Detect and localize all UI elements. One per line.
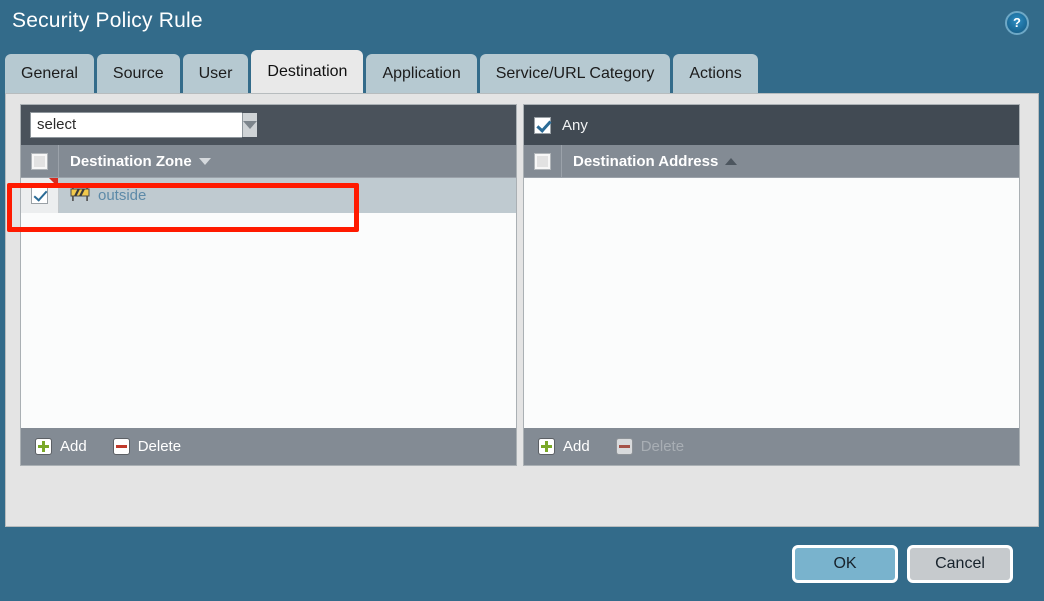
delete-zone-button[interactable]: Delete (113, 438, 181, 455)
help-circle-icon[interactable]: ? (1005, 11, 1029, 35)
tab-content-destination: Destination Zone outside (5, 93, 1039, 527)
destination-address-column-header: Destination Address (524, 145, 1019, 177)
tab-application[interactable]: Application (366, 54, 476, 94)
tab-general[interactable]: General (5, 54, 94, 94)
select-all-zones-cell[interactable] (21, 145, 59, 177)
cancel-button[interactable]: Cancel (907, 545, 1013, 583)
destination-address-grid[interactable] (524, 177, 1019, 430)
select-all-zones-checkbox[interactable] (31, 153, 48, 170)
delete-zone-label: Delete (138, 438, 181, 455)
chevron-down-icon[interactable] (242, 113, 257, 137)
destination-zone-panel: Destination Zone outside (20, 104, 517, 466)
any-row[interactable]: Any (524, 105, 1019, 145)
any-checkbox[interactable] (534, 117, 551, 134)
select-all-addresses-cell[interactable] (524, 145, 562, 177)
select-all-addresses-checkbox[interactable] (534, 153, 551, 170)
zone-select-input[interactable] (31, 113, 242, 137)
destination-zone-header-label: Destination Zone (70, 153, 192, 170)
row-checkbox-cell[interactable] (21, 178, 59, 213)
delete-address-label: Delete (641, 438, 684, 455)
row-checkbox[interactable] (31, 187, 48, 204)
tab-user[interactable]: User (183, 54, 249, 94)
destination-address-header-title[interactable]: Destination Address (573, 153, 737, 170)
tab-bar: General Source User Destination Applicat… (5, 50, 758, 94)
minus-square-icon (113, 438, 130, 455)
sort-descending-icon[interactable] (199, 158, 211, 165)
minus-square-icon (616, 438, 633, 455)
tab-service-url-category[interactable]: Service/URL Category (480, 54, 671, 94)
destination-address-header-label: Destination Address (573, 153, 718, 170)
add-zone-label: Add (60, 438, 87, 455)
dialog-footer: OK Cancel (0, 527, 1044, 601)
delete-address-button: Delete (616, 438, 684, 455)
add-zone-button[interactable]: Add (35, 438, 87, 455)
destination-address-toolbar: Add Delete (524, 428, 1019, 465)
sort-ascending-icon[interactable] (725, 158, 737, 165)
destination-zone-column-header: Destination Zone (21, 145, 516, 177)
destination-address-panel: Any Destination Address Add Delete (523, 104, 1020, 466)
zone-select-bar (21, 105, 516, 145)
page-title: Security Policy Rule (12, 9, 203, 33)
zone-name-label[interactable]: outside (98, 187, 146, 204)
add-address-label: Add (563, 438, 590, 455)
ok-button[interactable]: OK (792, 545, 898, 583)
zone-select[interactable] (30, 112, 242, 138)
destination-zone-toolbar: Add Delete (21, 428, 516, 465)
add-address-button[interactable]: Add (538, 438, 590, 455)
table-row[interactable]: outside (21, 178, 516, 213)
plus-square-icon (538, 438, 555, 455)
tab-source[interactable]: Source (97, 54, 180, 94)
zone-barrier-icon (70, 185, 90, 207)
tab-actions[interactable]: Actions (673, 54, 757, 94)
destination-zone-header-title[interactable]: Destination Zone (70, 153, 211, 170)
destination-zone-grid[interactable]: outside (21, 177, 516, 430)
dialog-header: Security Policy Rule ? (0, 0, 1044, 48)
plus-square-icon (35, 438, 52, 455)
tab-destination[interactable]: Destination (251, 50, 363, 94)
any-label: Any (562, 117, 588, 134)
